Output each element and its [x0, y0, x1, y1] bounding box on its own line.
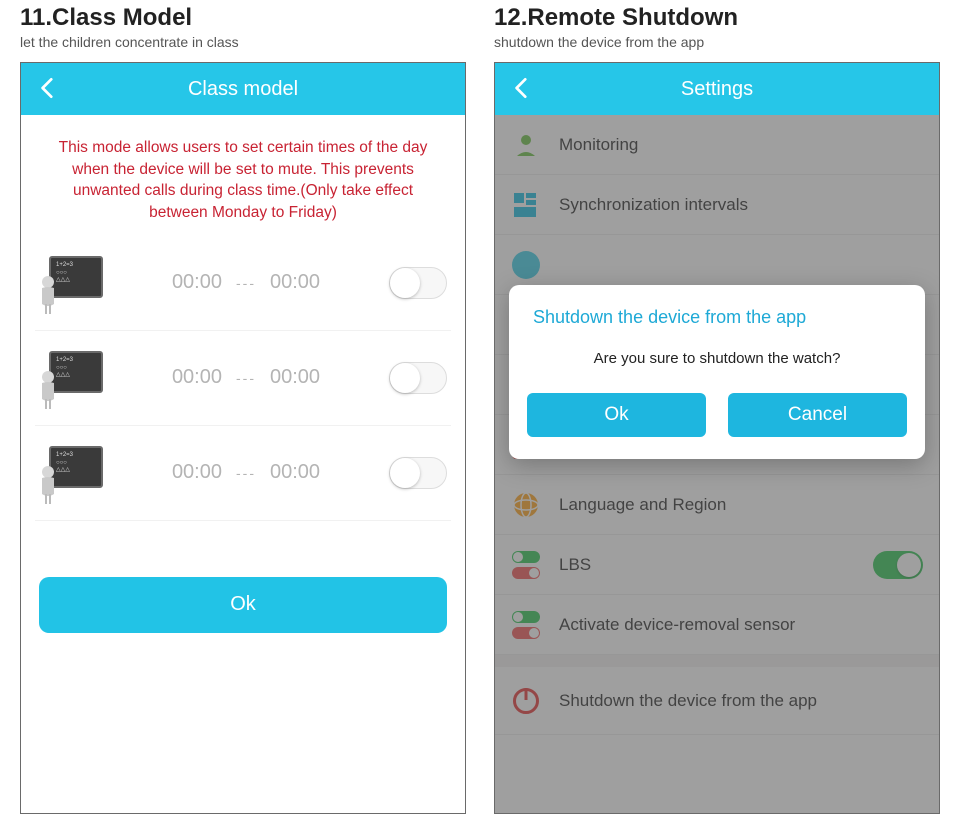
dialog-title: Shutdown the device from the app [533, 307, 907, 328]
dialog-message: Are you sure to shutdown the watch? [527, 350, 907, 367]
section-11-title: 11.Class Model [20, 4, 466, 32]
app-bar: Settings [495, 63, 939, 115]
app-bar: Class model [21, 63, 465, 115]
section-11-subtitle: let the children concentrate in class [20, 34, 466, 50]
dialog-cancel-button[interactable]: Cancel [728, 393, 907, 437]
section-12-subtitle: shutdown the device from the app [494, 34, 940, 50]
modal-overlay [495, 115, 939, 813]
time-slot-row: 00:00 --- 00:00 [35, 426, 451, 521]
class-board-icon [39, 256, 103, 310]
time-slot-row: 00:00 --- 00:00 [35, 236, 451, 331]
time-slot-row: 00:00 --- 00:00 [35, 331, 451, 426]
separator-icon: --- [236, 465, 256, 481]
mode-description: This mode allows users to set certain ti… [21, 115, 465, 236]
back-arrow-icon[interactable] [509, 75, 537, 103]
dialog-ok-button[interactable]: Ok [527, 393, 706, 437]
time-from[interactable]: 00:00 [172, 366, 222, 389]
time-to[interactable]: 00:00 [270, 366, 320, 389]
time-to[interactable]: 00:00 [270, 271, 320, 294]
time-from[interactable]: 00:00 [172, 461, 222, 484]
app-title: Class model [188, 78, 298, 101]
slot-toggle[interactable] [389, 362, 447, 394]
section-12-title: 12.Remote Shutdown [494, 4, 940, 32]
time-to[interactable]: 00:00 [270, 461, 320, 484]
shutdown-dialog: Shutdown the device from the app Are you… [509, 285, 925, 459]
separator-icon: --- [236, 275, 256, 291]
ok-button[interactable]: Ok [39, 577, 447, 633]
slot-toggle[interactable] [389, 457, 447, 489]
class-board-icon [39, 446, 103, 500]
class-board-icon [39, 351, 103, 405]
back-arrow-icon[interactable] [35, 75, 63, 103]
phone-settings: Settings Monitoring Synchronization inte… [494, 62, 940, 814]
separator-icon: --- [236, 370, 256, 386]
app-title: Settings [681, 78, 753, 101]
slot-toggle[interactable] [389, 267, 447, 299]
phone-class-model: Class model This mode allows users to se… [20, 62, 466, 814]
time-from[interactable]: 00:00 [172, 271, 222, 294]
